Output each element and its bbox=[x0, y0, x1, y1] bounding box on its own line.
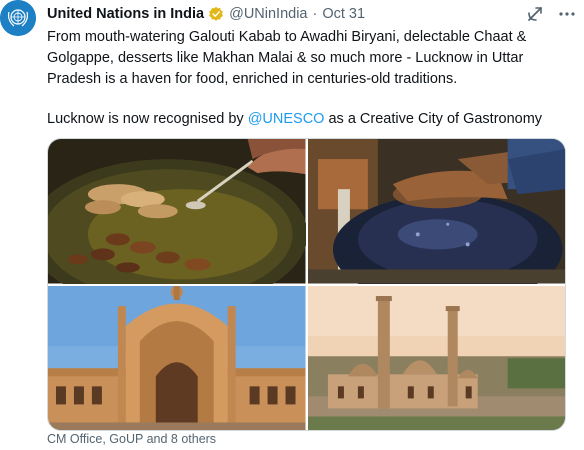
author-name[interactable]: United Nations in India bbox=[47, 6, 204, 22]
tweet-text-after-mention: as a Creative City of Gastronomy bbox=[324, 111, 543, 127]
grok-icon[interactable] bbox=[524, 4, 546, 24]
tweet-date[interactable]: Oct 31 bbox=[322, 6, 365, 22]
author-handle[interactable]: @UNinIndia bbox=[229, 6, 307, 22]
header-separator: · bbox=[312, 6, 318, 22]
verified-badge-icon[interactable] bbox=[208, 6, 224, 22]
photo-imambara[interactable] bbox=[307, 285, 565, 430]
photo-rumi-darwaza[interactable] bbox=[48, 285, 306, 430]
tweet[interactable]: United Nations in India @UNinIndia · Oct… bbox=[0, 0, 584, 450]
photo-kebab-tawa[interactable] bbox=[48, 139, 306, 284]
media-grid bbox=[47, 138, 566, 431]
mention-link[interactable]: @UNESCO bbox=[248, 111, 325, 127]
photo-dome-tawa[interactable] bbox=[307, 139, 565, 284]
likes-summary[interactable]: CM Office, GoUP and 8 others bbox=[47, 432, 216, 446]
tweet-text-before-mention: Lucknow is now recognised by bbox=[47, 111, 248, 127]
avatar[interactable] bbox=[0, 0, 36, 36]
tweet-text-paragraph-2: Lucknow is now recognised by @UNESCO as … bbox=[47, 109, 577, 130]
more-horizontal-icon[interactable] bbox=[556, 4, 578, 24]
tweet-actions bbox=[524, 4, 578, 24]
un-emblem-icon bbox=[0, 0, 36, 36]
tweet-text: From mouth-watering Galouti Kabab to Awa… bbox=[47, 27, 577, 130]
tweet-text-paragraph-1: From mouth-watering Galouti Kabab to Awa… bbox=[47, 29, 527, 87]
tweet-header: United Nations in India @UNinIndia · Oct… bbox=[47, 4, 577, 24]
